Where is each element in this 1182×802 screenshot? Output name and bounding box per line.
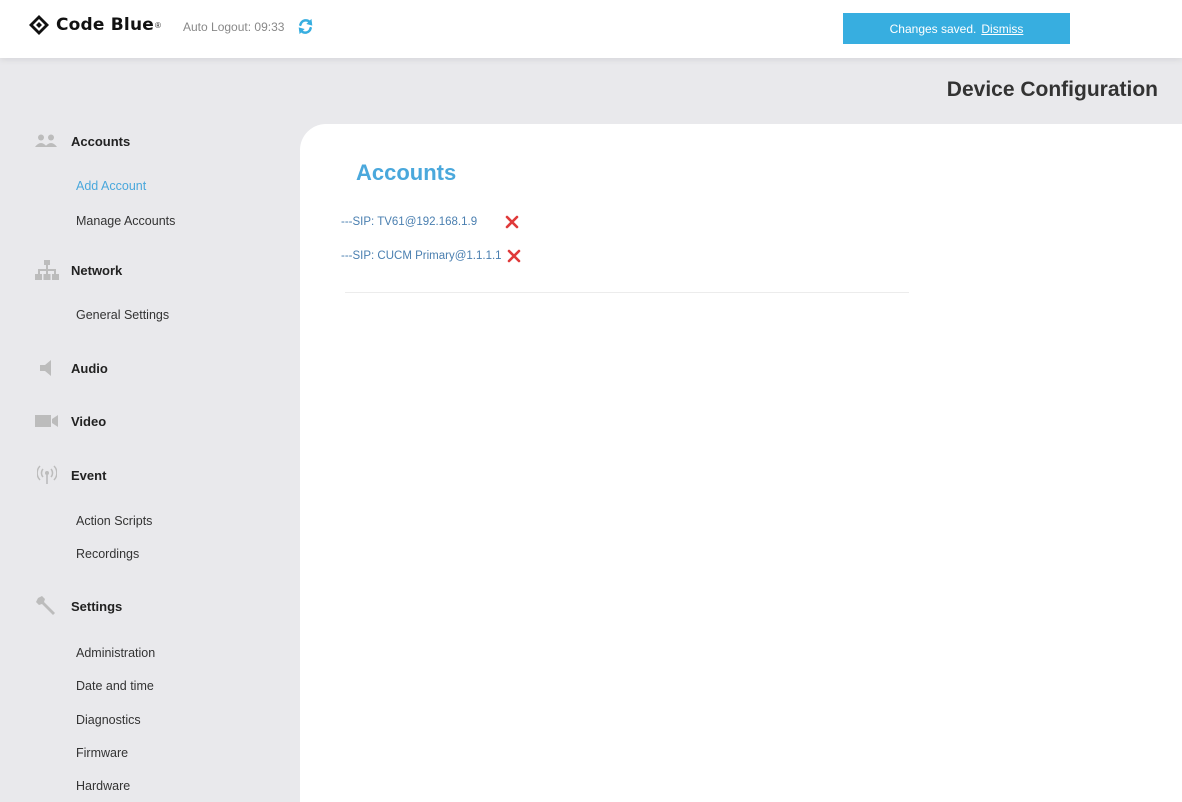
logo-mark-icon	[29, 15, 49, 35]
users-icon	[34, 131, 60, 151]
sidebar-item-hardware[interactable]: Hardware	[76, 779, 130, 793]
sidebar-item-diagnostics[interactable]: Diagnostics	[76, 713, 141, 727]
refresh-icon[interactable]	[297, 18, 314, 35]
delete-x-icon[interactable]	[507, 249, 521, 263]
account-link[interactable]: ---SIP: CUCM Primary@1.1.1.1	[341, 250, 502, 262]
account-row: ---SIP: TV61@192.168.1.9	[341, 215, 519, 229]
brand-trademark: ®	[155, 20, 161, 30]
sidebar-label-video: Video	[71, 413, 107, 429]
sidebar-item-action-scripts[interactable]: Action Scripts	[76, 514, 152, 528]
brand-logo[interactable]: Code Blue ®	[28, 14, 161, 36]
network-icon	[34, 260, 60, 280]
sidebar-label-network: Network	[71, 262, 123, 278]
sidebar-item-administration[interactable]: Administration	[76, 646, 155, 660]
broadcast-icon	[34, 465, 60, 485]
divider	[345, 292, 909, 293]
dismiss-link[interactable]: Dismiss	[981, 22, 1023, 36]
account-link[interactable]: ---SIP: TV61@192.168.1.9	[341, 216, 477, 228]
brand-name: Code Blue	[56, 15, 154, 35]
sidebar-item-recordings[interactable]: Recordings	[76, 547, 139, 561]
wrench-icon	[34, 596, 60, 616]
sidebar-label-accounts: Accounts	[71, 133, 131, 149]
sidebar-item-add-account[interactable]: Add Account	[76, 179, 146, 193]
delete-x-icon[interactable]	[505, 215, 519, 229]
main-content-panel: Accounts ---SIP: TV61@192.168.1.9 ---SIP…	[300, 124, 1182, 802]
sidebar-item-firmware[interactable]: Firmware	[76, 746, 128, 760]
content-title: Accounts	[356, 160, 457, 185]
account-row: ---SIP: CUCM Primary@1.1.1.1	[341, 249, 521, 263]
speaker-icon	[34, 358, 60, 378]
page-title: Device Configuration	[946, 78, 1158, 101]
sidebar-label-event: Event	[71, 467, 107, 483]
sidebar-label-settings: Settings	[71, 598, 123, 614]
auto-logout-timer: Auto Logout: 09:33	[183, 20, 285, 34]
sidebar-label-audio: Audio	[71, 360, 108, 376]
changes-saved-toast: Changes saved. Dismiss	[843, 13, 1070, 44]
toast-message: Changes saved.	[889, 21, 977, 36]
top-bar: Code Blue ® Auto Logout: 09:33 Changes s…	[0, 0, 1182, 58]
sidebar-item-date-and-time[interactable]: Date and time	[76, 679, 154, 693]
video-camera-icon	[34, 411, 60, 431]
sidebar-item-manage-accounts[interactable]: Manage Accounts	[76, 214, 175, 228]
sidebar-item-general-settings[interactable]: General Settings	[76, 308, 169, 322]
